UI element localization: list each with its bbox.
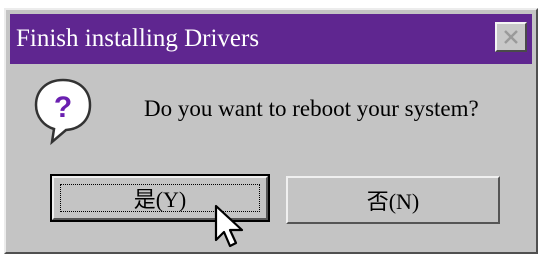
close-button[interactable] [495, 22, 527, 52]
window-title: Finish installing Drivers [16, 25, 260, 52]
question-icon: ? [34, 78, 92, 146]
yes-button-label: 是(Y) [133, 187, 187, 212]
no-button[interactable]: 否(N) [286, 176, 500, 224]
dialog-message: Do you want to reboot your system? [144, 96, 479, 121]
no-button-label: 否(N) [366, 189, 420, 214]
svg-text:?: ? [54, 91, 72, 124]
title-bar[interactable]: Finish installing Drivers [10, 14, 532, 64]
mouse-cursor-icon [214, 204, 244, 248]
close-icon [504, 30, 518, 44]
